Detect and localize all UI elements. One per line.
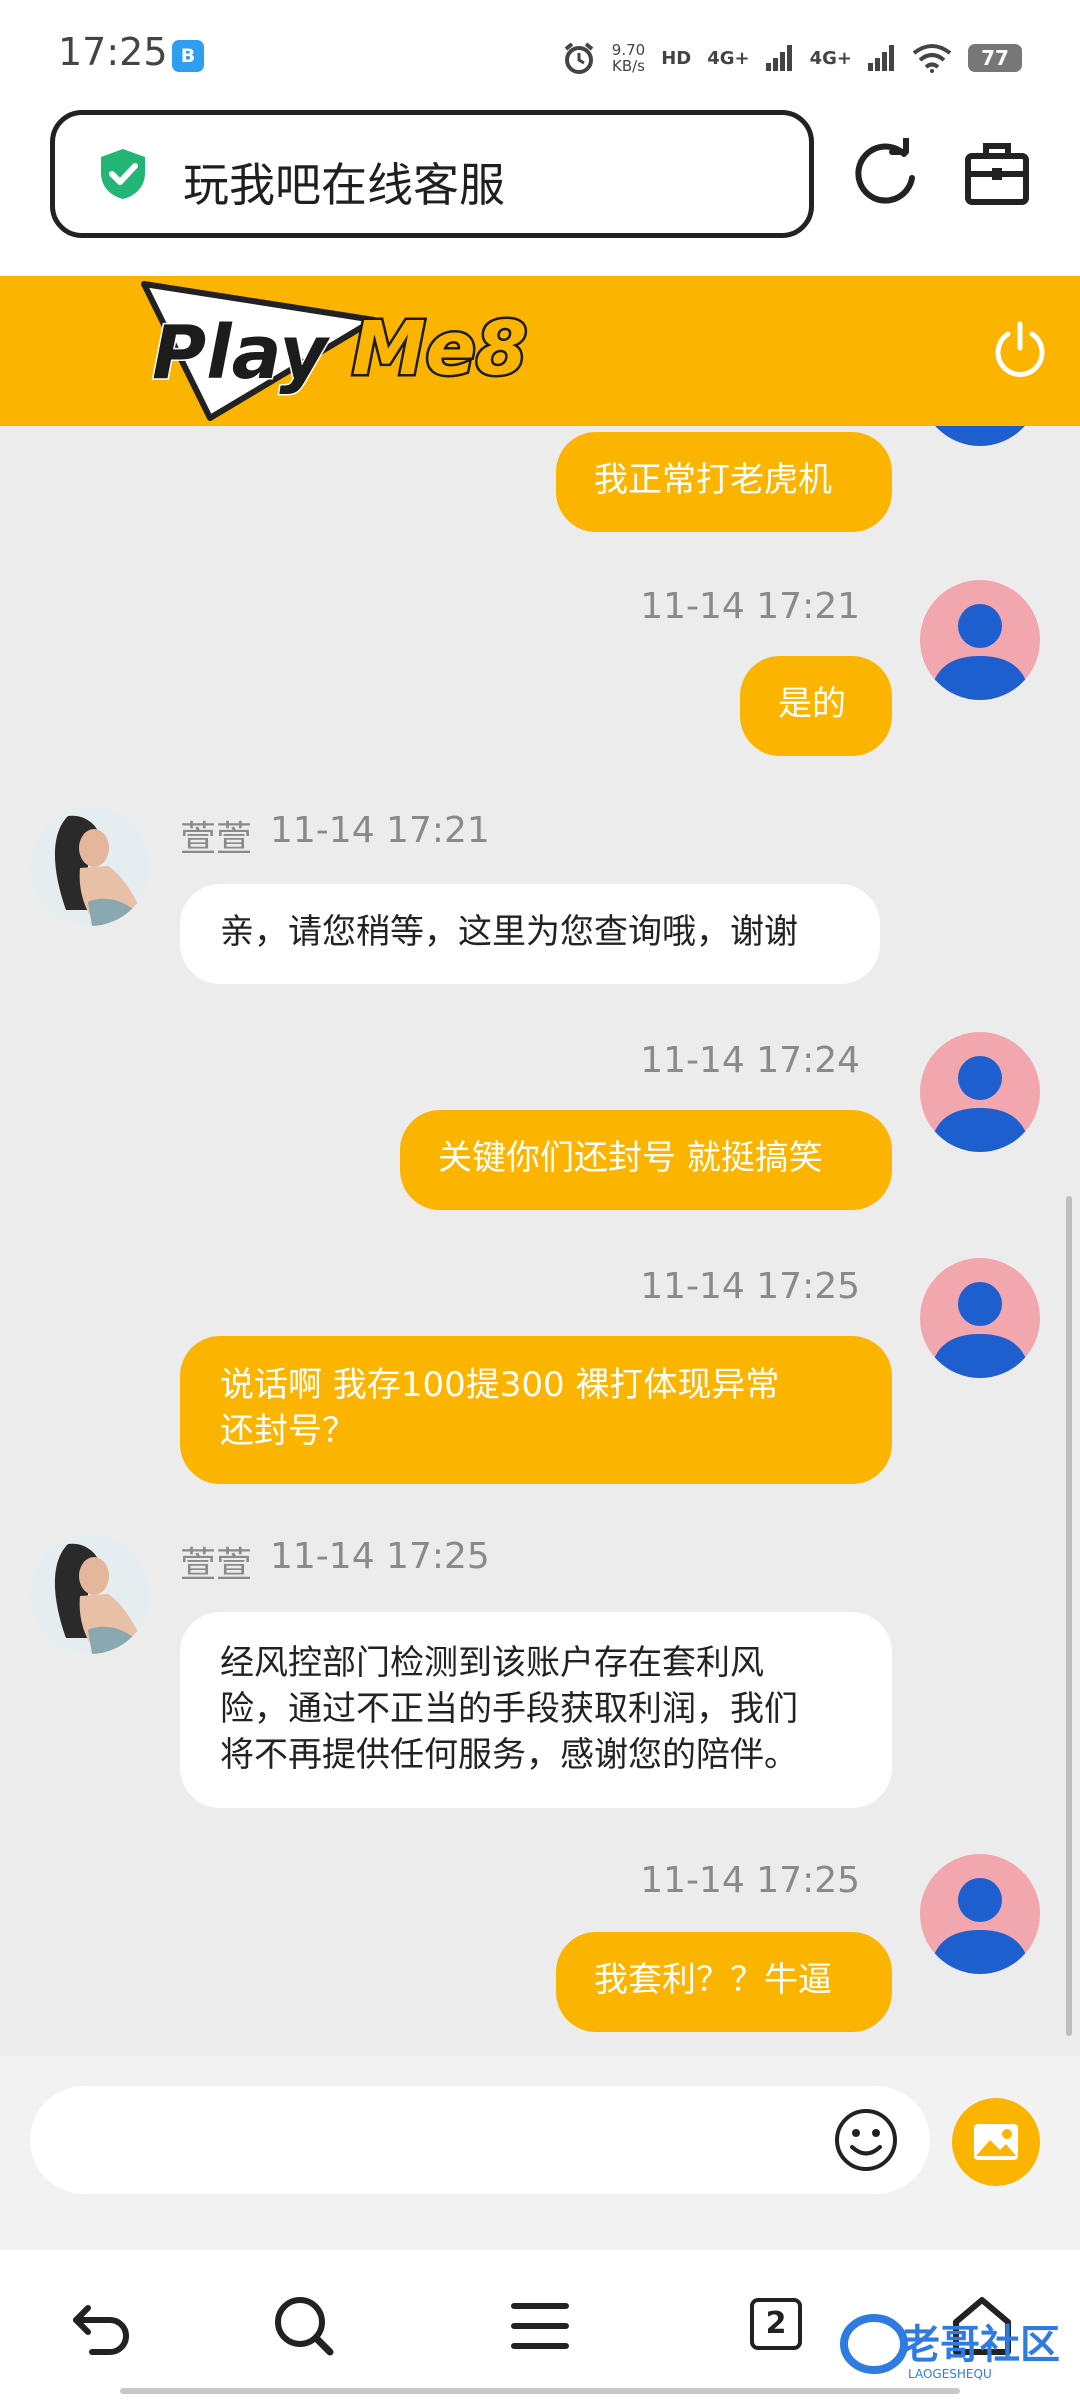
agent-avatar [30, 1534, 150, 1654]
message-bubble-user: 我套利？？牛逼 [556, 1932, 892, 2032]
svg-text:Play: Play [152, 310, 330, 396]
user-avatar [920, 426, 1040, 446]
message-bubble-agent: 亲，请您稍等，这里为您查询哦，谢谢 [180, 884, 880, 984]
status-indicators: 9.70 KB/s HD 4G+ 4G+ 77 [562, 36, 1022, 80]
message-time: 11-14 17:25 [270, 1536, 490, 1577]
agent-name: 萱萱 [180, 819, 253, 860]
app-notification-icon: B [172, 40, 204, 72]
person-icon [930, 426, 1030, 446]
agent-name: 萱萱 [180, 1545, 253, 1586]
address-bar[interactable]: 玩我吧在线客服 [50, 110, 814, 238]
menu-icon[interactable] [504, 2290, 576, 2362]
message-bubble-user: 说话啊 我存100提300 裸打体现异常 还封号？ [180, 1336, 892, 1484]
signal-2-icon [868, 45, 894, 71]
message-text: 是的 [778, 684, 846, 724]
watermark-sub: LAOGESHEQU [908, 2367, 992, 2381]
power-icon[interactable] [990, 320, 1050, 380]
toolbox-icon[interactable] [962, 138, 1032, 208]
wifi-icon [912, 44, 952, 73]
image-icon [974, 2124, 1018, 2160]
emoji-icon[interactable] [832, 2106, 900, 2174]
message-bubble-user: 关键你们还封号 就挺搞笑 [400, 1110, 892, 1210]
hd-voice-badge: HD [661, 47, 692, 69]
user-avatar [920, 580, 1040, 700]
message-input[interactable] [30, 2086, 930, 2194]
message-time: 11-14 17:21 [270, 810, 490, 851]
message-text: 经风控部门检测到该账户存在套利风 险，通过不正当的手段获取利润，我们 将不再提供… [220, 1643, 798, 1775]
person-icon [930, 604, 1030, 700]
brand-header: Play Me8 [0, 276, 1080, 426]
message-text: 关键你们还封号 就挺搞笑 [438, 1138, 823, 1178]
message-text: 我套利？？牛逼 [594, 1960, 832, 2000]
message-time: 11-14 17:21 [640, 586, 860, 627]
chat-messages[interactable]: 我正常打老虎机 11-14 17:21 是的 萱萱 11-14 17:21 亲，… [0, 426, 1080, 2056]
playme8-logo: Play Me8 [141, 281, 530, 421]
watermark-text: 老哥社区 [900, 2322, 1060, 2368]
laoge-watermark: 老哥社区 LAOGESHEQU [840, 2314, 1060, 2381]
network-2-label: 4G+ [809, 47, 852, 69]
browser-toolbar: 玩我吧在线客服 [0, 106, 1080, 276]
message-bubble-user: 我正常打老虎机 [556, 432, 892, 532]
user-avatar [920, 1854, 1040, 1974]
status-time: 17:25 [58, 30, 168, 74]
message-text: 亲，请您稍等，这里为您查询哦，谢谢 [220, 912, 798, 952]
svg-text:Me8: Me8 [352, 306, 527, 392]
message-composer [0, 2056, 1080, 2250]
gesture-bar[interactable] [120, 2388, 960, 2394]
speed-value: 9.70 [611, 41, 646, 59]
message-time: 11-14 17:24 [640, 1040, 860, 1081]
user-avatar [920, 1032, 1040, 1152]
message-bubble-user: 是的 [740, 656, 892, 756]
status-bar: 17:25 B 9.70 KB/s HD 4G+ 4G+ 77 [0, 0, 1080, 106]
message-text: 我正常打老虎机 [594, 460, 832, 500]
message-time: 11-14 17:25 [640, 1860, 860, 1901]
message-text: 说话啊 我存100提300 裸打体现异常 还封号？ [220, 1365, 780, 1451]
person-icon [930, 1056, 1030, 1152]
signal-1-icon [765, 45, 792, 71]
agent-avatar [30, 806, 150, 926]
page-title: 玩我吧在线客服 [183, 158, 505, 212]
browser-nav-bar: 2 老哥社区 LAOGESHEQU [0, 2250, 1080, 2400]
refresh-icon[interactable] [852, 138, 922, 208]
tabs-button[interactable]: 2 [750, 2298, 802, 2350]
network-speed: 9.70 KB/s [612, 42, 645, 74]
chat-scrollbar[interactable] [1066, 1196, 1072, 2036]
person-icon [930, 1282, 1030, 1378]
alarm-icon [564, 42, 594, 74]
network-1-label: 4G+ [707, 47, 750, 69]
shield-check-icon [101, 149, 145, 199]
speed-unit: KB/s [612, 57, 645, 75]
back-icon[interactable] [66, 2290, 138, 2362]
message-bubble-agent: 经风控部门检测到该账户存在套利风 险，通过不正当的手段获取利润，我们 将不再提供… [180, 1612, 892, 1808]
agent-photo [30, 1534, 150, 1654]
search-icon[interactable] [268, 2290, 340, 2362]
message-time: 11-14 17:25 [640, 1266, 860, 1307]
battery-level: 77 [968, 44, 1022, 72]
user-avatar [920, 1258, 1040, 1378]
send-image-button[interactable] [952, 2098, 1040, 2186]
agent-photo [30, 806, 150, 926]
person-icon [930, 1878, 1030, 1974]
